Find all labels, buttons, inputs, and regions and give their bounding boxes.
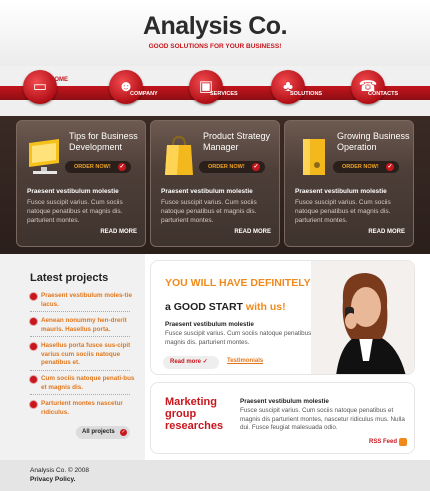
divider: [30, 336, 130, 337]
nav-label-solutions[interactable]: SOLUTIONS: [290, 91, 322, 97]
rss-label: RSS Feed: [369, 439, 398, 445]
list-item-label[interactable]: Parturient montes nascetur ridiculus.: [41, 400, 137, 417]
order-now-label: ORDER NOW!: [342, 164, 379, 170]
bullet-icon: [30, 401, 37, 408]
divider: [30, 394, 130, 395]
read-more-link[interactable]: READ MORE: [368, 229, 405, 235]
panel-business-development: Tips for Business Development ORDER NOW!…: [16, 120, 146, 247]
order-now-button[interactable]: ORDER NOW! ✓: [333, 161, 399, 173]
tagline: GOOD SOLUTIONS FOR YOUR BUSINESS!: [148, 43, 282, 50]
main-nav: ▭ ☻ COMPANY ▣ SERVICES ♣ SOLUTIONS ☎ CON…: [0, 66, 430, 116]
nav-solutions[interactable]: ♣ SOLUTIONS: [248, 66, 334, 116]
rss-icon: [399, 438, 408, 446]
feature-panels: Tips for Business Development ORDER NOW!…: [0, 116, 430, 254]
list-item-label[interactable]: Hasellus porta fusce sus-cipit varius cu…: [41, 342, 137, 368]
list-item-label[interactable]: Cum sociis natoque penati-bus et magnis …: [41, 375, 137, 392]
list-item-label[interactable]: Praesent vestibulum moles-tie lacus.: [41, 292, 137, 309]
read-more-button[interactable]: Read more ✓: [163, 356, 219, 369]
panel-title: Product Strategy Manager: [203, 131, 271, 152]
nav-services[interactable]: ▣ SERVICES: [166, 66, 252, 116]
read-more-link[interactable]: READ MORE: [234, 229, 271, 235]
promo-subheadline: a GOOD START with us!: [165, 301, 286, 313]
order-now-label: ORDER NOW!: [74, 164, 111, 170]
promo-heading: Praesent vestibulum molestie: [165, 321, 254, 328]
header: Analysis Co. GOOD SOLUTIONS FOR YOUR BUS…: [0, 0, 430, 66]
all-projects-button[interactable]: All projects ✓: [76, 426, 130, 439]
promo-line-a: a GOOD START: [165, 301, 243, 313]
bell-icon: ♣: [271, 70, 305, 104]
latest-projects: Latest projects Praesent vestibulum mole…: [0, 254, 145, 460]
promo-text: Fusce suscipit varius. Cum sociis natoqu…: [165, 330, 319, 346]
divider: [30, 311, 130, 312]
marketing-heading: Praesent vestibulum molestie: [240, 398, 329, 405]
nav-label-company[interactable]: COMPANY: [130, 91, 158, 97]
promo-box: YOU WILL HAVE DEFINITELY a GOOD START wi…: [150, 260, 415, 375]
user-icon: ☻: [109, 70, 143, 104]
promo-line-b: with us!: [245, 301, 286, 313]
marketing-box: Marketing group researches Praesent vest…: [150, 382, 415, 454]
nav-contacts[interactable]: ☎ CONTACTS: [328, 66, 414, 116]
monitor-icon[interactable]: ▭: [23, 70, 57, 104]
marketing-title: Marketing group researches: [165, 396, 224, 432]
footer: Analysis Co. © 2008 Privacy Policy.: [0, 460, 430, 491]
bullet-icon: [30, 293, 37, 300]
nav-label-contacts[interactable]: CONTACTS: [368, 91, 398, 97]
nav-label-home[interactable]: HOME: [50, 77, 68, 83]
panel-title: Tips for Business Development: [69, 131, 138, 152]
monitor-icon: [27, 135, 63, 179]
phone-icon: ☎: [351, 70, 385, 104]
copyright: Analysis Co. © 2008: [30, 467, 89, 474]
order-now-button[interactable]: ORDER NOW! ✓: [65, 161, 131, 173]
panel-product-strategy: Product Strategy Manager ORDER NOW! ✓ Pra…: [150, 120, 280, 247]
panel-heading: Praesent vestibulum molestie: [161, 188, 253, 195]
rss-feed-link[interactable]: RSS Feed: [369, 438, 408, 446]
panel-text: Fusce suscipit varius. Cum sociis natoqu…: [295, 199, 391, 224]
panel-text: Fusce suscipit varius. Cum sociis natoqu…: [161, 199, 257, 224]
nav-company[interactable]: ☻ COMPANY: [86, 66, 172, 116]
check-icon: ✓: [118, 163, 126, 171]
shopping-bag-icon: [161, 135, 197, 179]
binder-icon: [295, 135, 331, 179]
promo-headline: YOU WILL HAVE DEFINITELY: [165, 277, 311, 289]
panel-heading: Praesent vestibulum molestie: [27, 188, 119, 195]
bullet-icon: [30, 343, 37, 350]
nav-label-services[interactable]: SERVICES: [210, 91, 238, 97]
read-more-label: Read more: [170, 359, 202, 365]
businesswoman-photo: [311, 261, 414, 374]
divider: [30, 370, 130, 371]
privacy-policy-link[interactable]: Privacy Policy.: [30, 476, 75, 483]
all-projects-label: All projects: [82, 429, 115, 435]
list-item-label[interactable]: Aenean nonummy hen-drerit mauris. Hasell…: [41, 317, 137, 334]
briefcase-icon: ▣: [189, 70, 223, 104]
latest-projects-title: Latest projects: [30, 272, 109, 284]
panel-title: Growing Business Operation: [337, 131, 410, 152]
bullet-icon: [30, 376, 37, 383]
order-now-label: ORDER NOW!: [208, 164, 245, 170]
panel-heading: Praesent vestibulum molestie: [295, 188, 387, 195]
read-more-link[interactable]: READ MORE: [100, 229, 137, 235]
order-now-button[interactable]: ORDER NOW! ✓: [199, 161, 265, 173]
check-icon: ✓: [386, 163, 394, 171]
site-logo[interactable]: Analysis Co.: [0, 12, 430, 41]
check-icon: ✓: [202, 359, 208, 365]
panel-text: Fusce suscipit varius. Cum sociis natoqu…: [27, 199, 123, 224]
marketing-text: Fusce suscipit varius. Cum sociis natoqu…: [240, 407, 405, 431]
bullet-icon: [30, 318, 37, 325]
check-icon: ✓: [120, 429, 127, 436]
panel-growing-business: Growing Business Operation ORDER NOW! ✓ P…: [284, 120, 414, 247]
nav-home[interactable]: ▭: [0, 66, 86, 116]
testimonials-link[interactable]: Testimonials: [227, 358, 263, 364]
check-icon: ✓: [252, 163, 260, 171]
